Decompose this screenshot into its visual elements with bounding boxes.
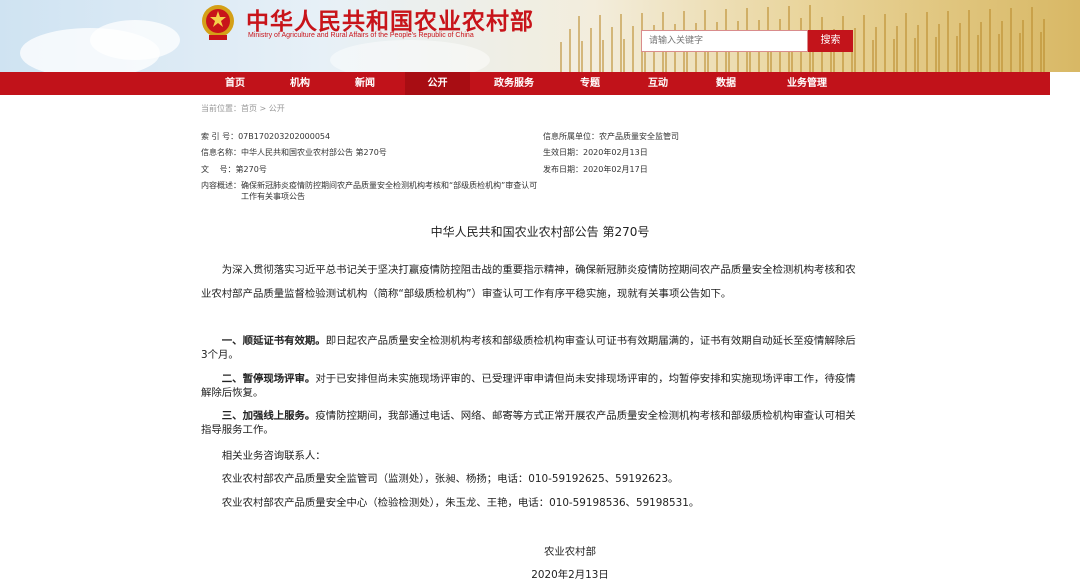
item-3-heading: 三、加强线上服务。 bbox=[221, 410, 316, 422]
signature-date: 2020年2月13日 bbox=[531, 569, 609, 581]
wheat-stalk bbox=[1010, 8, 1012, 72]
wheat-stalk bbox=[947, 11, 949, 72]
site-header: 中华人民共和国农业农村部 Ministry of Agriculture and… bbox=[0, 0, 1080, 72]
nav-item-data[interactable]: 数据 bbox=[696, 72, 756, 95]
wheat-stalk bbox=[998, 34, 1000, 72]
nav-item-organization[interactable]: 机构 bbox=[270, 72, 330, 95]
wheat-stalk bbox=[590, 28, 592, 72]
wheat-stalk bbox=[884, 14, 886, 72]
wheat-stalk bbox=[959, 23, 961, 72]
wheat-stalk bbox=[926, 12, 928, 72]
article-title: 中华人民共和国农业农村部公告 第270号 bbox=[430, 225, 650, 239]
article-item-2: 二、暂停现场评审。对于已安排但尚未实施现场评审的、已受理评审申请但尚未安排现场评… bbox=[201, 373, 861, 400]
wheat-stalk bbox=[1019, 33, 1021, 72]
meta-unit-value: 农产品质量安全监管司 bbox=[599, 132, 679, 141]
wheat-stalk bbox=[1001, 21, 1003, 72]
main-nav: 首页 机构 新闻 公开 政务服务 专题 互动 数据 业务管理 bbox=[0, 72, 1050, 95]
nav-item-news[interactable]: 新闻 bbox=[335, 72, 395, 95]
meta-doc-no-label: 文 号： bbox=[201, 165, 236, 174]
article-item-1: 一、顺延证书有效期。即日起农产品质量安全检测机构考核和部级质检机构审查认可证书有… bbox=[201, 335, 861, 362]
wheat-stalk bbox=[977, 35, 979, 72]
meta-unit: 信息所属单位：农产品质量安全监管司 bbox=[543, 131, 679, 144]
meta-effective-value: 2020年02月13日 bbox=[583, 148, 648, 157]
wheat-stalk bbox=[623, 39, 625, 72]
meta-unit-label: 信息所属单位： bbox=[543, 132, 599, 141]
wheat-stalk bbox=[917, 25, 919, 72]
national-emblem-icon bbox=[202, 5, 234, 40]
meta-name: 信息名称：中华人民共和国农业农村部公告 第270号 bbox=[201, 147, 387, 160]
meta-effective-label: 生效日期： bbox=[543, 148, 583, 157]
meta-doc-no: 文 号：第270号 bbox=[201, 164, 267, 177]
wheat-stalk bbox=[1043, 19, 1045, 72]
meta-publish-label: 发布日期： bbox=[543, 165, 583, 174]
wheat-stalk bbox=[578, 16, 580, 72]
wheat-stalk bbox=[632, 26, 634, 72]
wheat-stalk bbox=[602, 40, 604, 72]
meta-summary-value: 确保新冠肺炎疫情防控期间农产品质量安全检测机构考核和“部级质检机构”审查认可工作… bbox=[241, 181, 538, 201]
wheat-stalk bbox=[968, 10, 970, 72]
contact-2: 农业农村部农产品质量安全中心（检验检测处），朱玉龙、王艳，电话：010-5919… bbox=[221, 497, 700, 509]
wheat-stalk bbox=[980, 22, 982, 72]
search-input[interactable] bbox=[641, 30, 808, 52]
wheat-stalk bbox=[989, 9, 991, 72]
cloud-decoration bbox=[90, 20, 180, 60]
wheat-stalk bbox=[935, 37, 937, 72]
nav-item-topics[interactable]: 专题 bbox=[560, 72, 620, 95]
cloud-decoration bbox=[330, 40, 490, 72]
meta-summary-label: 内容概述： bbox=[201, 181, 241, 190]
wheat-stalk bbox=[560, 42, 562, 72]
wheat-stalk bbox=[854, 28, 856, 72]
article-item-3: 三、加强线上服务。疫情防控期间，我部通过电话、网络、邮寄等方式正常开展农产品质量… bbox=[201, 410, 861, 437]
item-2-heading: 二、暂停现场评审。 bbox=[221, 373, 316, 385]
meta-index-value: 07B170203202000054 bbox=[238, 132, 331, 141]
contact-1: 农业农村部农产品质量安全监管司（监测处），张昶、杨扬；电话：010-591926… bbox=[221, 473, 679, 485]
item-1-heading: 一、顺延证书有效期。 bbox=[221, 335, 326, 347]
contacts-heading: 相关业务咨询联系人： bbox=[221, 450, 326, 462]
wheat-stalk bbox=[1031, 7, 1033, 72]
wheat-stalk bbox=[872, 40, 874, 72]
wheat-stalk bbox=[569, 29, 571, 72]
wheat-stalk bbox=[896, 26, 898, 72]
wheat-stalk bbox=[893, 39, 895, 72]
wheat-stalk bbox=[938, 24, 940, 72]
breadcrumb[interactable]: 当前位置：首页 > 公开 bbox=[201, 103, 285, 114]
meta-name-label: 信息名称： bbox=[201, 148, 241, 157]
wheat-stalk bbox=[956, 36, 958, 72]
wheat-stalk bbox=[611, 27, 613, 72]
nav-item-services[interactable]: 政务服务 bbox=[484, 72, 544, 95]
site-title[interactable]: 中华人民共和国农业农村部 bbox=[246, 2, 534, 36]
nav-item-public[interactable]: 公开 bbox=[405, 72, 470, 95]
wheat-stalk bbox=[1022, 20, 1024, 72]
meta-index-label: 索 引 号： bbox=[201, 132, 239, 141]
nav-item-interaction[interactable]: 互动 bbox=[628, 72, 688, 95]
signature: 农业农村部 bbox=[544, 546, 596, 558]
meta-publish-value: 2020年02月17日 bbox=[583, 165, 648, 174]
nav-item-home[interactable]: 首页 bbox=[205, 72, 265, 95]
site-subtitle: Ministry of Agriculture and Rural Affair… bbox=[248, 32, 474, 39]
meta-effective: 生效日期：2020年02月13日 bbox=[543, 147, 648, 160]
wheat-stalk bbox=[905, 13, 907, 72]
search-button[interactable]: 搜索 bbox=[808, 30, 853, 52]
wheat-stalk bbox=[581, 41, 583, 72]
meta-summary: 内容概述：确保新冠肺炎疫情防控期间农产品质量安全检测机构考核和“部级质检机构”审… bbox=[201, 181, 541, 202]
article-intro: 为深入贯彻落实习近平总书记关于坚决打赢疫情防控阻击战的重要指示精神，确保新冠肺炎… bbox=[201, 264, 856, 300]
meta-name-value: 中华人民共和国农业农村部公告 第270号 bbox=[241, 148, 387, 157]
wheat-stalk bbox=[1040, 32, 1042, 72]
meta-doc-no-value: 第270号 bbox=[235, 165, 267, 174]
wheat-stalk bbox=[620, 14, 622, 72]
meta-publish: 发布日期：2020年02月17日 bbox=[543, 164, 648, 177]
nav-item-business[interactable]: 业务管理 bbox=[772, 72, 842, 95]
wheat-stalk bbox=[599, 15, 601, 72]
meta-index: 索 引 号：07B170203202000054 bbox=[201, 131, 330, 144]
wheat-stalk bbox=[875, 27, 877, 72]
wheat-stalk bbox=[914, 38, 916, 72]
wheat-stalk bbox=[863, 15, 865, 72]
